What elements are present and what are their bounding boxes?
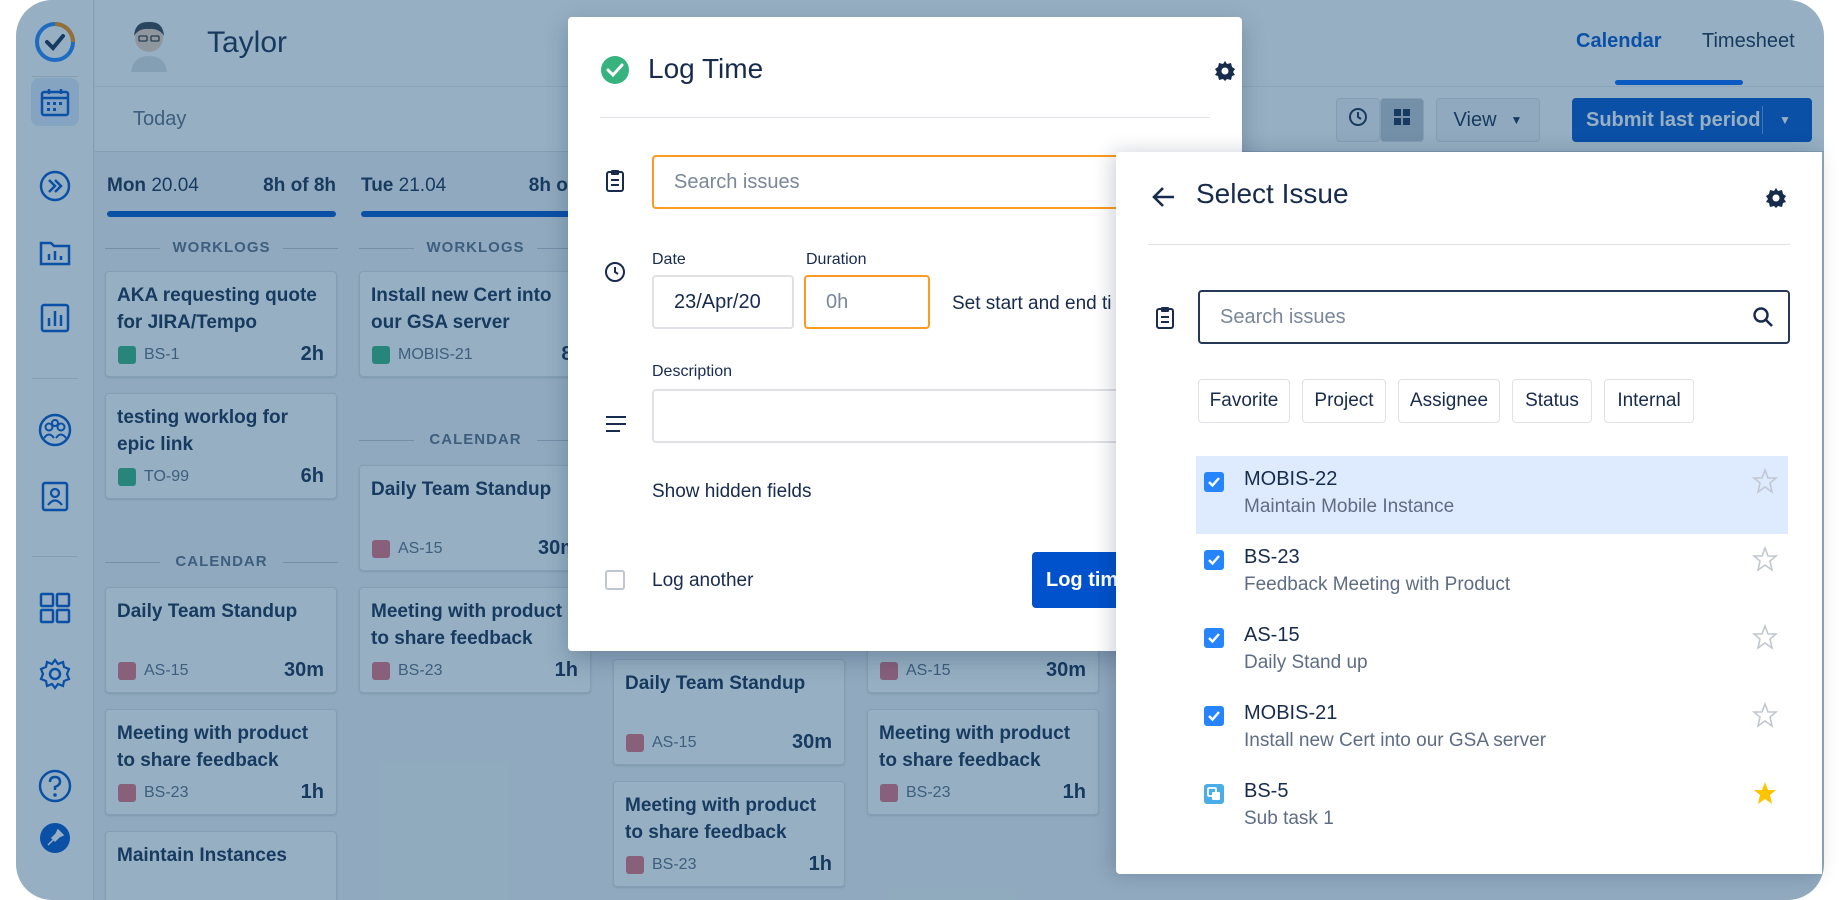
back-arrow-icon[interactable] [1152,186,1176,213]
select-issue-panel: Select Issue Search issues Favorite Proj… [1116,152,1822,874]
duration-label: Duration [806,251,867,268]
star-outline-icon[interactable] [1751,467,1779,494]
date-value: 23/Apr/20 [674,290,761,313]
clock-icon [604,261,626,288]
star-outline-icon[interactable] [1751,623,1779,650]
settings-gear-icon[interactable] [1213,59,1237,88]
issue-summary: Install new Cert into our GSA server [1244,730,1547,751]
dialog-title: Log Time [648,53,764,84]
star-outline-icon[interactable] [1751,545,1779,572]
dialog-divider [600,117,1210,118]
clipboard-icon [1154,306,1176,335]
filter-internal[interactable]: Internal [1604,379,1694,423]
subtask-icon [1204,784,1224,804]
duration-input[interactable]: 0h [804,275,930,329]
checkbox-icon [1204,550,1224,570]
star-outline-icon[interactable] [1751,701,1779,728]
issue-key: AS-15 [1244,624,1300,646]
settings-gear-icon[interactable] [1764,186,1788,215]
show-hidden-fields-link[interactable]: Show hidden fields [652,481,812,503]
log-time-button-label: Log tim [1046,568,1119,591]
star-filled-icon[interactable] [1752,780,1778,806]
issue-key: BS-5 [1244,780,1289,802]
date-input[interactable]: 23/Apr/20 [652,275,794,329]
panel-divider [1148,244,1790,245]
issue-summary: Daily Stand up [1244,652,1368,673]
description-input[interactable] [652,389,1192,443]
duration-placeholder: 0h [826,290,849,313]
filter-status[interactable]: Status [1512,379,1592,423]
issue-option[interactable]: BS-5 Sub task 1 [1196,768,1788,846]
issue-option[interactable]: AS-15 Daily Stand up [1196,612,1788,690]
search-placeholder: Search issues [674,170,800,193]
issue-summary: Feedback Meeting with Product [1244,574,1511,595]
check-circle-icon [600,55,630,90]
set-start-end-times-link[interactable]: Set start and end ti [952,293,1112,315]
issue-key: MOBIS-21 [1244,702,1338,724]
description-label: Description [652,363,733,380]
search-icon[interactable] [1752,306,1774,334]
clipboard-icon [604,169,626,198]
issue-summary: Sub task 1 [1244,808,1334,829]
panel-title: Select Issue [1196,178,1349,209]
issue-search-input[interactable]: Search issues [1198,290,1790,344]
checkbox-icon [1204,628,1224,648]
issue-key: BS-23 [1244,546,1300,568]
log-another-checkbox[interactable] [605,570,625,590]
issue-option[interactable]: BS-23 Feedback Meeting with Product [1196,534,1788,612]
date-label: Date [652,251,686,268]
filter-project[interactable]: Project [1302,379,1386,423]
issue-option[interactable]: MOBIS-22 Maintain Mobile Instance [1196,456,1788,534]
issue-summary: Maintain Mobile Instance [1244,496,1455,517]
issue-search-input[interactable]: Search issues [652,155,1192,209]
issue-option[interactable]: MOBIS-21 Install new Cert into our GSA s… [1196,690,1788,768]
issue-key: MOBIS-22 [1244,468,1338,490]
text-lines-icon [606,415,626,438]
checkbox-icon [1204,706,1224,726]
filter-favorite[interactable]: Favorite [1198,379,1290,423]
filter-assignee[interactable]: Assignee [1398,379,1500,423]
checkbox-icon [1204,472,1224,492]
search-placeholder: Search issues [1220,305,1346,328]
log-another-label: Log another [652,570,754,591]
